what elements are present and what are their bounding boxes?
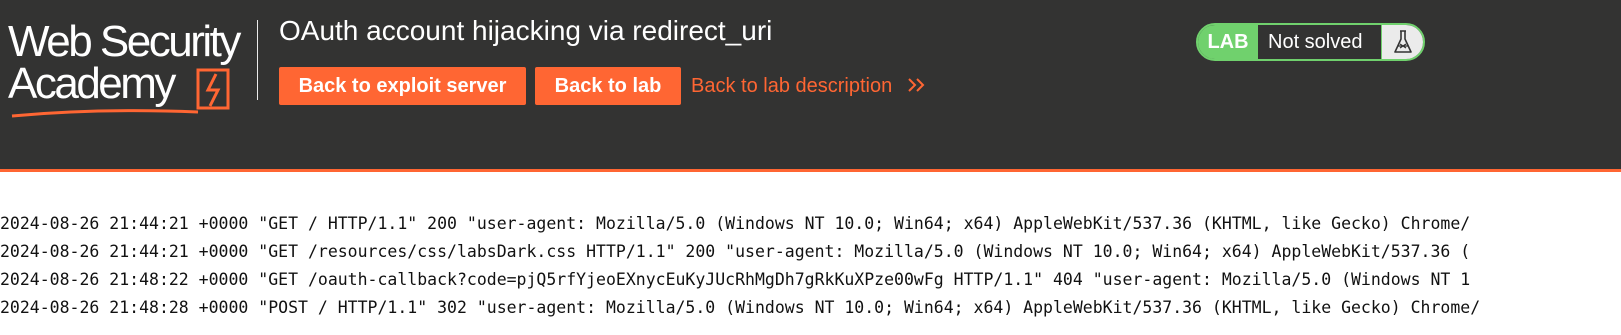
back-to-lab-button[interactable]: Back to lab [535,67,681,105]
back-to-lab-description-label: Back to lab description [691,75,893,97]
access-log: 2024-08-26 21:44:21 +0000 "GET / HTTP/1.… [0,210,1621,322]
back-to-exploit-server-button[interactable]: Back to exploit server [279,67,526,105]
double-chevron-right-icon [908,78,925,92]
lab-header: Web Security Academy OAuth account hijac… [0,0,1621,172]
flask-icon [1394,30,1412,53]
lab-status-text: Not solved [1268,31,1363,53]
log-line: 2024-08-26 21:44:21 +0000 "GET /resource… [0,242,1471,261]
web-security-academy-logo[interactable]: Web Security Academy [6,17,256,118]
lab-status-badge: LAB [1198,25,1258,59]
logo-text-line1: Web Security [8,17,241,66]
flask-icon-container [1381,25,1423,59]
log-line: 2024-08-26 21:48:28 +0000 "POST / HTTP/1… [0,298,1481,317]
logo-text-line2: Academy [8,59,176,108]
logo-underline [11,109,199,118]
log-line: 2024-08-26 21:48:22 +0000 "GET /oauth-ca… [0,270,1471,289]
lab-status-widget: LAB Not solved [1196,23,1425,61]
lab-title: OAuth account hijacking via redirect_uri [279,15,773,46]
header-divider [257,20,258,100]
log-line: 2024-08-26 21:44:21 +0000 "GET / HTTP/1.… [0,214,1471,233]
back-to-lab-description-link[interactable]: Back to lab description [691,67,928,105]
lightning-bolt-icon [196,68,230,110]
